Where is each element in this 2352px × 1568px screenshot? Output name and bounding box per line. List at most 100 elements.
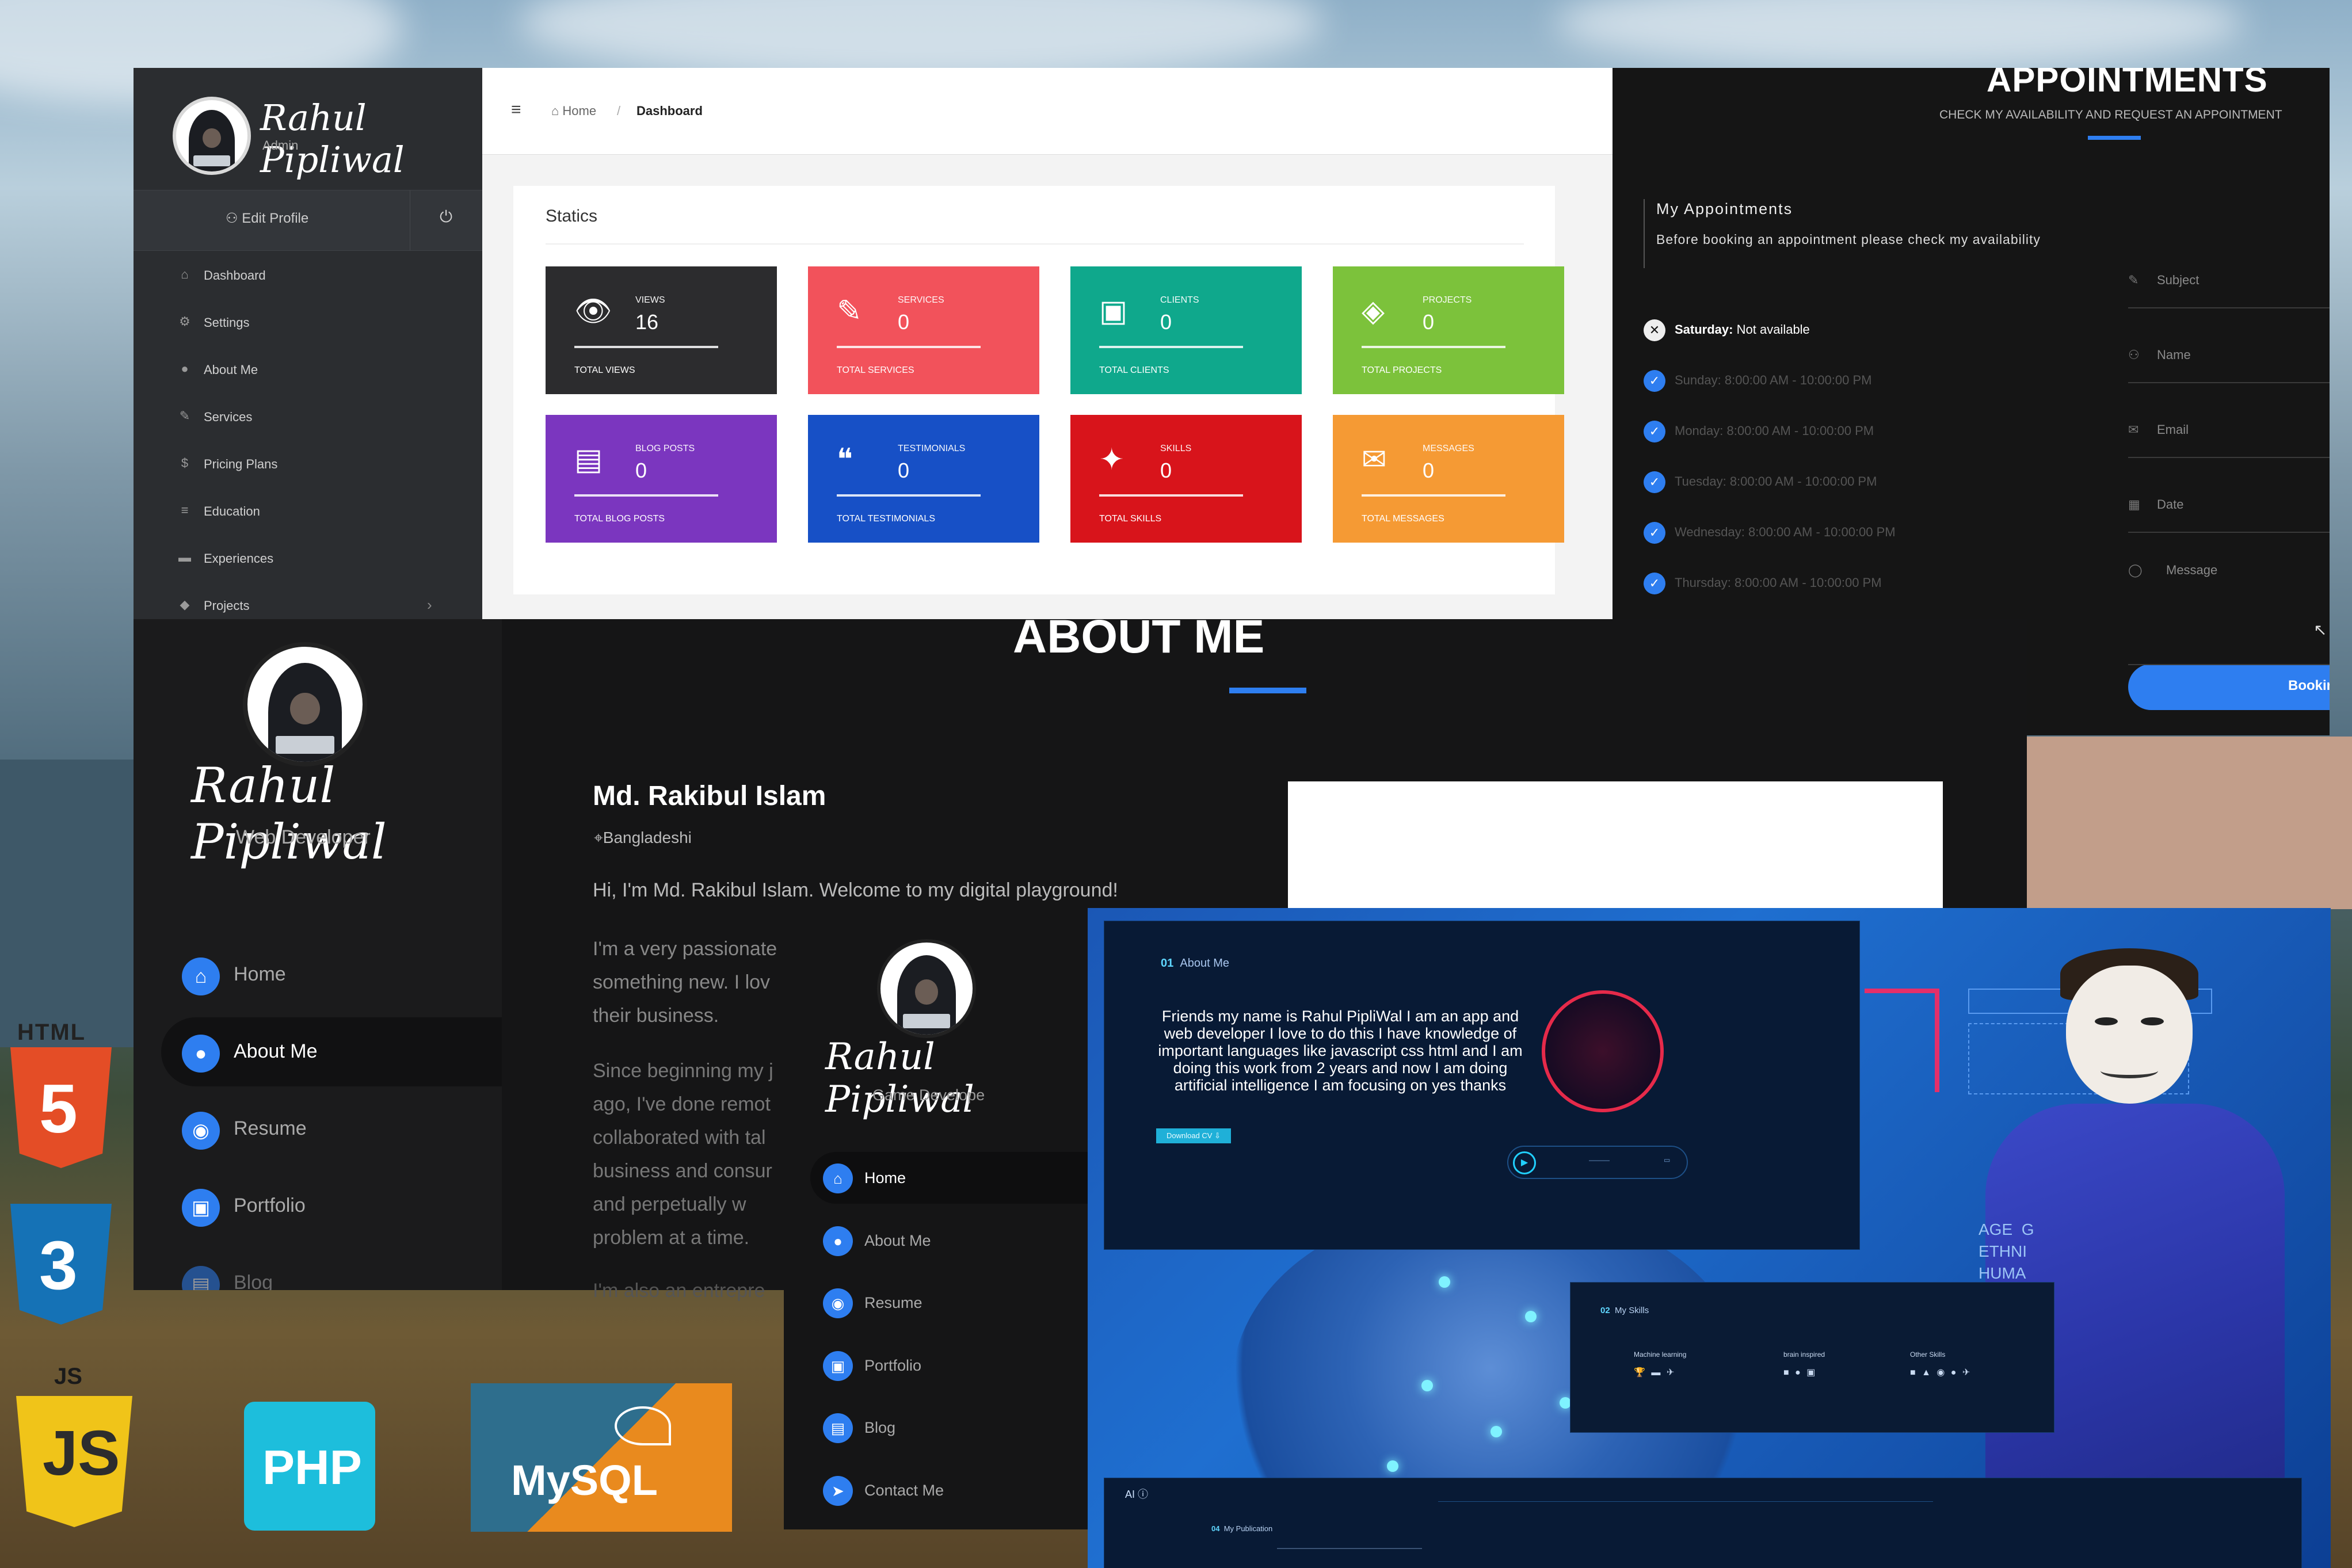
sidebar-item-pricing-plans[interactable]: $ Pricing Plans bbox=[134, 441, 482, 488]
sidebar-item-portfolio[interactable]: ▣ Portfolio bbox=[810, 1340, 1089, 1391]
user-icon: ● bbox=[181, 361, 189, 376]
profile-ring-avatar bbox=[1542, 990, 1664, 1112]
stat-card-projects[interactable]: ◈ PROJECTS 0 TOTAL PROJECTS bbox=[1333, 266, 1564, 394]
stat-card-skills[interactable]: ✦ SKILLS 0 TOTAL SKILLS bbox=[1070, 415, 1302, 543]
skill-icons: ■ ▲ ◉ ● ✈ bbox=[1910, 1368, 1972, 1378]
game-dev-sidebar-window: Rahul Pipliwal Game Develope ⌂ Home ● About… bbox=[784, 908, 1089, 1529]
php-label: PHP bbox=[262, 1440, 362, 1494]
divider bbox=[1644, 199, 1645, 268]
stat-value: 0 bbox=[1160, 310, 1172, 334]
comment-icon: ◯ bbox=[2128, 563, 2143, 577]
check-icon: ✓ bbox=[1644, 471, 1665, 493]
stat-total-label: TOTAL BLOG POSTS bbox=[574, 514, 665, 524]
message-field[interactable]: ◯ Message bbox=[2128, 522, 2330, 665]
stat-value: 0 bbox=[1423, 310, 1435, 334]
stat-card-blog-posts[interactable]: ▤ BLOG POSTS 0 TOTAL BLOG POSTS bbox=[546, 415, 777, 543]
booking-button[interactable]: Bookin bbox=[2128, 664, 2330, 710]
map-marker-icon: ⌖ bbox=[594, 829, 603, 846]
avatar[interactable] bbox=[173, 97, 251, 175]
stat-label: PROJECTS bbox=[1423, 295, 1472, 305]
stat-label: SKILLS bbox=[1160, 444, 1192, 453]
subject-field[interactable]: ✎ Subject bbox=[2128, 232, 2330, 308]
js-logo-text: JS bbox=[54, 1364, 82, 1389]
sidebar-item-experiences[interactable]: ▬ Experiences bbox=[134, 535, 482, 582]
avatar[interactable] bbox=[243, 642, 367, 766]
day-hours: 8:00:00 AM - 10:00:00 PM bbox=[1734, 575, 1882, 590]
download-cv-button[interactable]: Download CV ⇩ bbox=[1156, 1128, 1231, 1143]
sidebar-item-education[interactable]: ≡ Education bbox=[134, 488, 482, 535]
network-node bbox=[1439, 1276, 1450, 1288]
home-icon: ⌂ bbox=[551, 104, 563, 118]
top-nav[interactable] bbox=[1438, 1478, 1933, 1502]
graduation-cap-icon: ≡ bbox=[181, 503, 189, 517]
sidebar-item-about-me[interactable]: ● About Me bbox=[134, 346, 482, 394]
portfolio-icon: ▣ bbox=[823, 1350, 853, 1381]
ai-logo-icon: ⓘ bbox=[1138, 1489, 1149, 1500]
stat-card-views[interactable]: 👁 VIEWS 16 TOTAL VIEWS bbox=[546, 266, 777, 394]
sidebar-item-settings[interactable]: ⚙ Settings bbox=[134, 299, 482, 346]
user-icon: ⚇ bbox=[2128, 348, 2140, 362]
portfolio-sidebar: Rahul Pipliwal Web Developer ⌂ Home ● About… bbox=[134, 619, 502, 1290]
briefcase-icon: ▬ bbox=[178, 550, 191, 564]
sidebar-item-contact-me[interactable]: ➤ Contact Me bbox=[810, 1464, 1089, 1516]
sidebar-item-about-me[interactable]: ● About Me bbox=[161, 1017, 502, 1086]
stat-card-messages[interactable]: ✉ MESSAGES 0 TOTAL MESSAGES bbox=[1333, 415, 1564, 543]
edit-profile-button[interactable]: ⚇ Edit Profile bbox=[226, 210, 308, 227]
hamburger-menu-icon[interactable]: ≡ bbox=[511, 100, 521, 120]
email-field[interactable]: ✉ Email bbox=[2128, 382, 2330, 458]
greeting-text: Hi, I'm Md. Rakibul Islam. Welcome to my… bbox=[593, 879, 1118, 901]
hud-text: AGE G ETHNI HUMA bbox=[1979, 1220, 2034, 1282]
sidebar-item-dashboard[interactable]: ⌂ Dashboard bbox=[134, 252, 482, 299]
stat-card-clients[interactable]: ▣ CLIENTS 0 TOTAL CLIENTS bbox=[1070, 266, 1302, 394]
stat-label: BLOG POSTS bbox=[635, 444, 695, 453]
sidebar-item-about-me[interactable]: ● About Me bbox=[810, 1215, 1089, 1266]
my-appointments-title: My Appointments bbox=[1656, 200, 1793, 218]
avatar[interactable] bbox=[877, 939, 976, 1038]
sidebar-item-home[interactable]: ⌂ Home bbox=[161, 940, 502, 1009]
sidebar-item-projects[interactable]: ◆ Projects › bbox=[134, 582, 482, 619]
user-icon: ● bbox=[182, 1035, 220, 1073]
section-label: My Publication bbox=[1223, 1524, 1273, 1533]
sidebar-item-label: Portfolio bbox=[864, 1356, 922, 1374]
breadcrumb-home[interactable]: ⌂ Home bbox=[551, 104, 596, 119]
card-heading: 04 My Publication bbox=[1211, 1524, 1272, 1533]
stat-value: 0 bbox=[1423, 459, 1435, 482]
power-icon[interactable]: ⏻ bbox=[440, 208, 452, 227]
user-icon: ● bbox=[823, 1226, 853, 1256]
sidebar-item-portfolio[interactable]: ▣ Portfolio bbox=[161, 1172, 502, 1241]
sidebar-item-label: Home bbox=[234, 963, 286, 985]
sidebar-item-services[interactable]: ✎ Services bbox=[134, 394, 482, 441]
network-node bbox=[1491, 1426, 1502, 1437]
stat-total-label: TOTAL SERVICES bbox=[837, 365, 914, 375]
sidebar-item-blog[interactable]: ▤ Blog bbox=[161, 1249, 502, 1290]
check-icon: ✓ bbox=[1644, 421, 1665, 442]
network-node bbox=[1421, 1380, 1433, 1391]
sidebar-item-home[interactable]: ⌂ Home bbox=[810, 1152, 1089, 1204]
field-placeholder: Name bbox=[2157, 348, 2191, 362]
field-placeholder: Subject bbox=[2157, 273, 2199, 287]
stat-total-label: TOTAL CLIENTS bbox=[1099, 365, 1169, 375]
sidebar-item-resume[interactable]: ◉ Resume bbox=[810, 1277, 1089, 1329]
resume-icon: ◉ bbox=[823, 1288, 853, 1318]
bio-text: Friends my name is Rahul PipliWal I am a… bbox=[1158, 1008, 1523, 1094]
day-hours: 8:00:00 AM - 10:00:00 PM bbox=[1726, 423, 1874, 438]
name-field[interactable]: ⚇ Name bbox=[2128, 307, 2330, 383]
admin-sidebar: Rahul Pipliwal Admin ⚇ Edit Profile ⏻ ⌂ D… bbox=[134, 68, 482, 619]
stat-card-services[interactable]: ✎ SERVICES 0 TOTAL SERVICES bbox=[808, 266, 1039, 394]
person-name: Md. Rakibul Islam bbox=[593, 781, 826, 811]
day-name: Monday: bbox=[1675, 423, 1724, 438]
lightbulb-icon: ✦ bbox=[1099, 443, 1124, 476]
breadcrumb-home-label: Home bbox=[562, 104, 597, 118]
game-dev-role: Game Develope bbox=[872, 1086, 985, 1104]
stat-label: CLIENTS bbox=[1160, 295, 1199, 305]
play-icon[interactable]: ▶ bbox=[1513, 1151, 1536, 1174]
sidebar-item-resume[interactable]: ◉ Resume bbox=[161, 1094, 502, 1163]
admin-profile-role: Admin bbox=[262, 138, 299, 152]
sidebar-item-label: Portfolio bbox=[234, 1195, 306, 1216]
sidebar-item-blog[interactable]: ▤ Blog bbox=[810, 1402, 1089, 1453]
field-placeholder: Date bbox=[2157, 497, 2184, 512]
date-field[interactable]: ▦ Date bbox=[2128, 457, 2330, 533]
stat-card-testimonials[interactable]: ❝ TESTIMONIALS 0 TOTAL TESTIMONIALS bbox=[808, 415, 1039, 543]
skill-column: Machine learning 🏆 ▬ ✈ bbox=[1634, 1350, 1686, 1378]
mask-eye bbox=[2141, 1017, 2164, 1025]
